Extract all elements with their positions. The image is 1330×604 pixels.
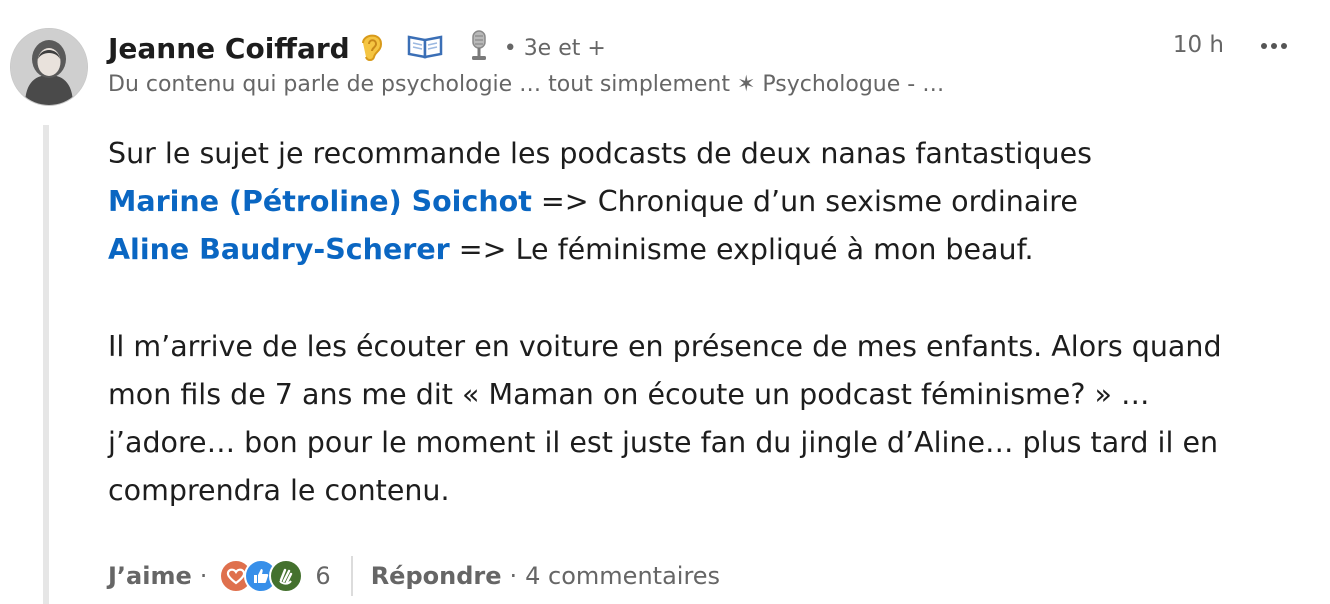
separator-dot: · (199, 562, 208, 590)
reactions-summary[interactable]: 6 (219, 559, 331, 593)
author-row: Jeanne Coiffard • 3e et + (108, 28, 606, 68)
thread-line (43, 125, 49, 604)
author-avatar[interactable] (10, 28, 88, 106)
body-line: Marine (Pétroline) Soichot => Chronique … (108, 178, 1318, 226)
body-line: j’adore… bon pour le moment il est juste… (108, 426, 1219, 459)
author-name[interactable]: Jeanne Coiffard (108, 32, 350, 65)
mention-suffix: => Le féminisme expliqué à mon beauf. (449, 233, 1034, 266)
connection-degree: • 3e et + (503, 35, 606, 61)
body-line: Aline Baudry-Scherer => Le féminisme exp… (108, 226, 1318, 274)
author-headline: Du contenu qui parle de psychologie … to… (108, 72, 945, 97)
comment-body: Sur le sujet je recommande les podcasts … (108, 130, 1318, 515)
separator-dot: · (509, 562, 518, 590)
mention-link[interactable]: Marine (Pétroline) Soichot (108, 185, 532, 218)
body-line: mon fils de 7 ans me dit « Maman on écou… (108, 378, 1150, 411)
reaction-count: 6 (315, 562, 331, 590)
more-options-icon[interactable] (1254, 32, 1294, 60)
open-book-emoji-icon (406, 33, 444, 63)
comment-actions: J’aime · 6 Répondre · 4 commentaires (108, 556, 720, 596)
mention-suffix: => Chronique d’un sexisme ordinaire (531, 185, 1078, 218)
body-line: Sur le sujet je recommande les podcasts … (108, 137, 1093, 170)
comment-header: Jeanne Coiffard • 3e et + Du contenu qui… (108, 26, 1330, 106)
body-line: Il m’arrive de les écouter en voiture en… (108, 330, 1222, 363)
body-line: comprendra le contenu. (108, 474, 450, 507)
timestamp: 10 h (1172, 32, 1224, 58)
ear-emoji-icon (360, 30, 384, 66)
mention-link[interactable]: Aline Baudry-Scherer (108, 233, 450, 266)
comments-count-link[interactable]: 4 commentaires (525, 562, 720, 590)
reply-button[interactable]: Répondre (371, 562, 502, 590)
microphone-emoji-icon (468, 30, 490, 66)
like-button[interactable]: J’aime (108, 562, 192, 590)
celebrate-reaction-icon (269, 559, 304, 593)
action-divider (350, 556, 353, 596)
